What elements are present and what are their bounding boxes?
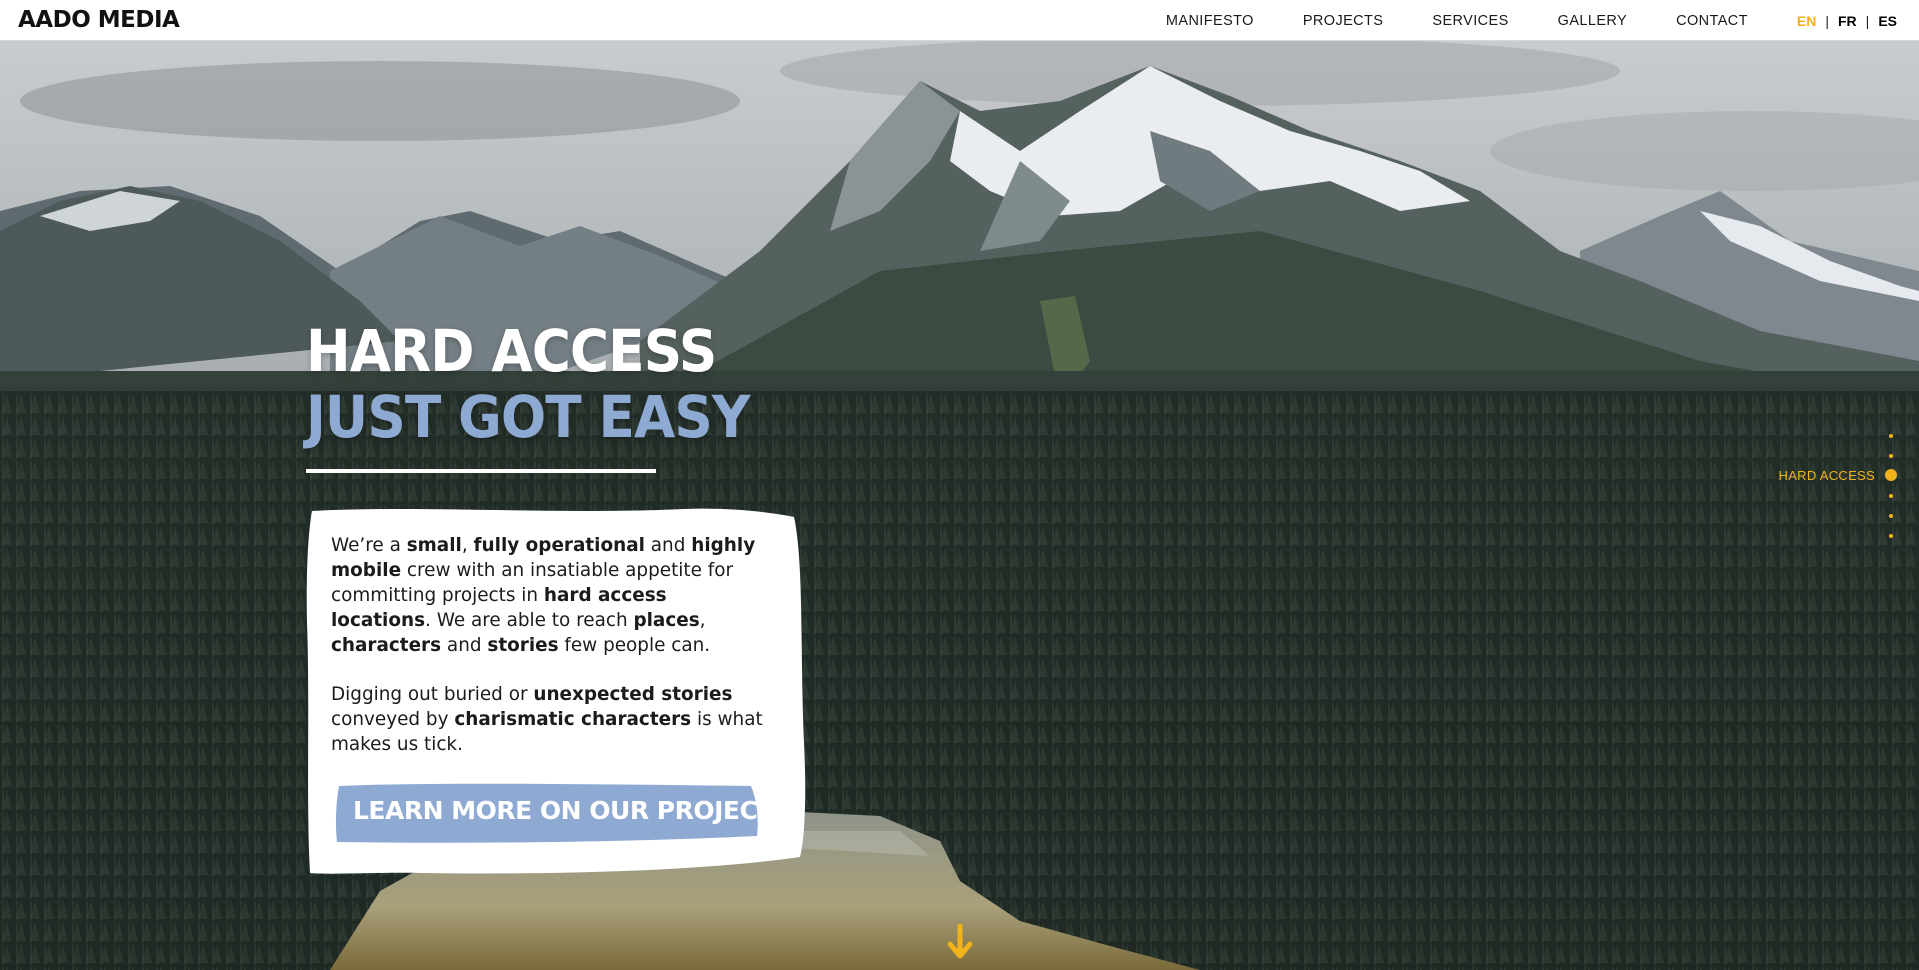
site-header: AADO MEDIA MANIFESTO PROJECTS SERVICES G…	[0, 0, 1919, 41]
section-dot-active[interactable]	[1885, 469, 1897, 481]
nav-contact[interactable]: CONTACT	[1676, 13, 1748, 29]
section-dot[interactable]	[1889, 434, 1893, 438]
lang-separator: |	[1865, 13, 1870, 29]
section-scroll-nav: HARD ACCESS	[1757, 432, 1897, 542]
lang-es[interactable]: ES	[1878, 13, 1897, 29]
section-dot[interactable]	[1889, 494, 1893, 498]
mountain-landscape-image	[0, 41, 1919, 970]
title-underline	[306, 469, 656, 473]
logo[interactable]: AADO MEDIA	[18, 7, 180, 33]
learn-more-projects-button[interactable]: LEARN MORE ON OUR PROJECTS	[335, 790, 792, 830]
nav-projects[interactable]: PROJECTS	[1303, 13, 1384, 29]
language-switcher: EN | FR | ES	[1797, 13, 1897, 29]
lang-en[interactable]: EN	[1797, 13, 1816, 29]
section-dot[interactable]	[1889, 514, 1893, 518]
page: AADO MEDIA MANIFESTO PROJECTS SERVICES G…	[0, 0, 1919, 970]
section-dot[interactable]	[1889, 454, 1893, 458]
nav-gallery[interactable]: GALLERY	[1558, 13, 1627, 29]
hero-title-line2: JUST GOT EASY	[306, 383, 751, 451]
section-label-active[interactable]: HARD ACCESS	[1779, 468, 1876, 483]
main-nav: MANIFESTO PROJECTS SERVICES GALLERY CONT…	[1166, 12, 1919, 30]
intro-paragraph-2: Digging out buried or unexpected stories…	[331, 684, 763, 755]
hero-title-line1: HARD ACCESS	[306, 317, 717, 385]
lang-separator: |	[1825, 13, 1829, 29]
section-dot[interactable]	[1889, 534, 1893, 538]
lang-fr[interactable]: FR	[1838, 13, 1857, 29]
nav-manifesto[interactable]: MANIFESTO	[1166, 13, 1254, 29]
hero-title: HARD ACCESS JUST GOT EASY	[306, 317, 751, 451]
intro-text: We’re a small, fully operational and hig…	[331, 533, 771, 757]
nav-services[interactable]: SERVICES	[1432, 13, 1508, 29]
intro-paragraph-1: We’re a small, fully operational and hig…	[331, 535, 756, 656]
hero-section	[0, 41, 1919, 970]
down-arrow-icon[interactable]	[947, 924, 973, 960]
